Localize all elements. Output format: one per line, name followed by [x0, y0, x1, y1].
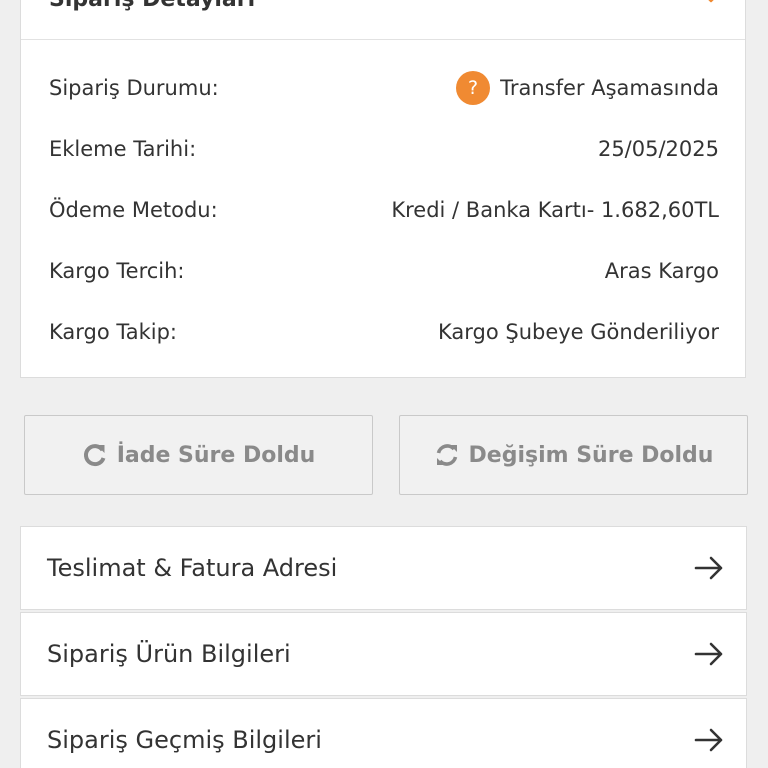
cargo-tracking-value: Kargo Şubeye Gönderiliyor	[437, 320, 719, 344]
payment-method-label: Ödeme Metodu:	[49, 198, 218, 222]
sync-icon	[434, 442, 460, 468]
order-status-value: Transfer Aşamasında	[500, 76, 719, 100]
nav-order-product-info[interactable]: Sipariş Ürün Bilgileri	[20, 612, 747, 696]
nav-order-history-info-label: Sipariş Geçmiş Bilgileri	[47, 726, 322, 754]
payment-method-value: Kredi / Banka Kartı- 1.682,60TL	[391, 198, 719, 222]
cargo-preference-label: Kargo Tercih:	[49, 259, 185, 283]
cargo-tracking-label: Kargo Takip:	[49, 320, 178, 344]
refresh-icon	[82, 442, 108, 468]
chevron-down-icon[interactable]	[705, 0, 717, 3]
cargo-preference-value: Aras Kargo	[604, 259, 719, 283]
order-details-card: Sipariş Detayları Sipariş Durumu: ? Tran…	[20, 0, 746, 378]
order-status-row: Sipariş Durumu: ? Transfer Aşamasında	[49, 68, 719, 108]
order-details-header[interactable]: Sipariş Detayları	[21, 0, 745, 40]
return-expired-button[interactable]: İade Süre Doldu	[24, 415, 373, 495]
question-icon: ?	[456, 71, 491, 105]
added-date-label: Ekleme Tarihi:	[49, 137, 197, 161]
added-date-row: Ekleme Tarihi: 25/05/2025	[49, 129, 719, 169]
exchange-expired-button[interactable]: Değişim Süre Doldu	[399, 415, 748, 495]
cargo-preference-row: Kargo Tercih: Aras Kargo	[49, 251, 719, 291]
return-expired-label: İade Süre Doldu	[116, 442, 316, 468]
order-status-value-wrap: ? Transfer Aşamasında	[456, 71, 719, 105]
payment-method-row: Ödeme Metodu: Kredi / Banka Kartı- 1.682…	[49, 190, 719, 230]
arrow-right-icon	[694, 725, 724, 755]
arrow-right-icon	[694, 553, 724, 583]
nav-order-product-info-label: Sipariş Ürün Bilgileri	[47, 640, 291, 668]
nav-delivery-billing-address-label: Teslimat & Fatura Adresi	[47, 554, 338, 582]
arrow-right-icon	[694, 639, 724, 669]
exchange-expired-label: Değişim Süre Doldu	[468, 442, 714, 468]
order-details-page: Sipariş Detayları Sipariş Durumu: ? Tran…	[0, 0, 768, 768]
nav-order-history-info[interactable]: Sipariş Geçmiş Bilgileri	[20, 698, 747, 768]
order-status-label: Sipariş Durumu:	[49, 76, 219, 100]
nav-delivery-billing-address[interactable]: Teslimat & Fatura Adresi	[20, 526, 747, 610]
added-date-value: 25/05/2025	[597, 137, 719, 161]
order-details-title: Sipariş Detayları	[49, 0, 255, 12]
cargo-tracking-row: Kargo Takip: Kargo Şubeye Gönderiliyor	[49, 312, 719, 352]
